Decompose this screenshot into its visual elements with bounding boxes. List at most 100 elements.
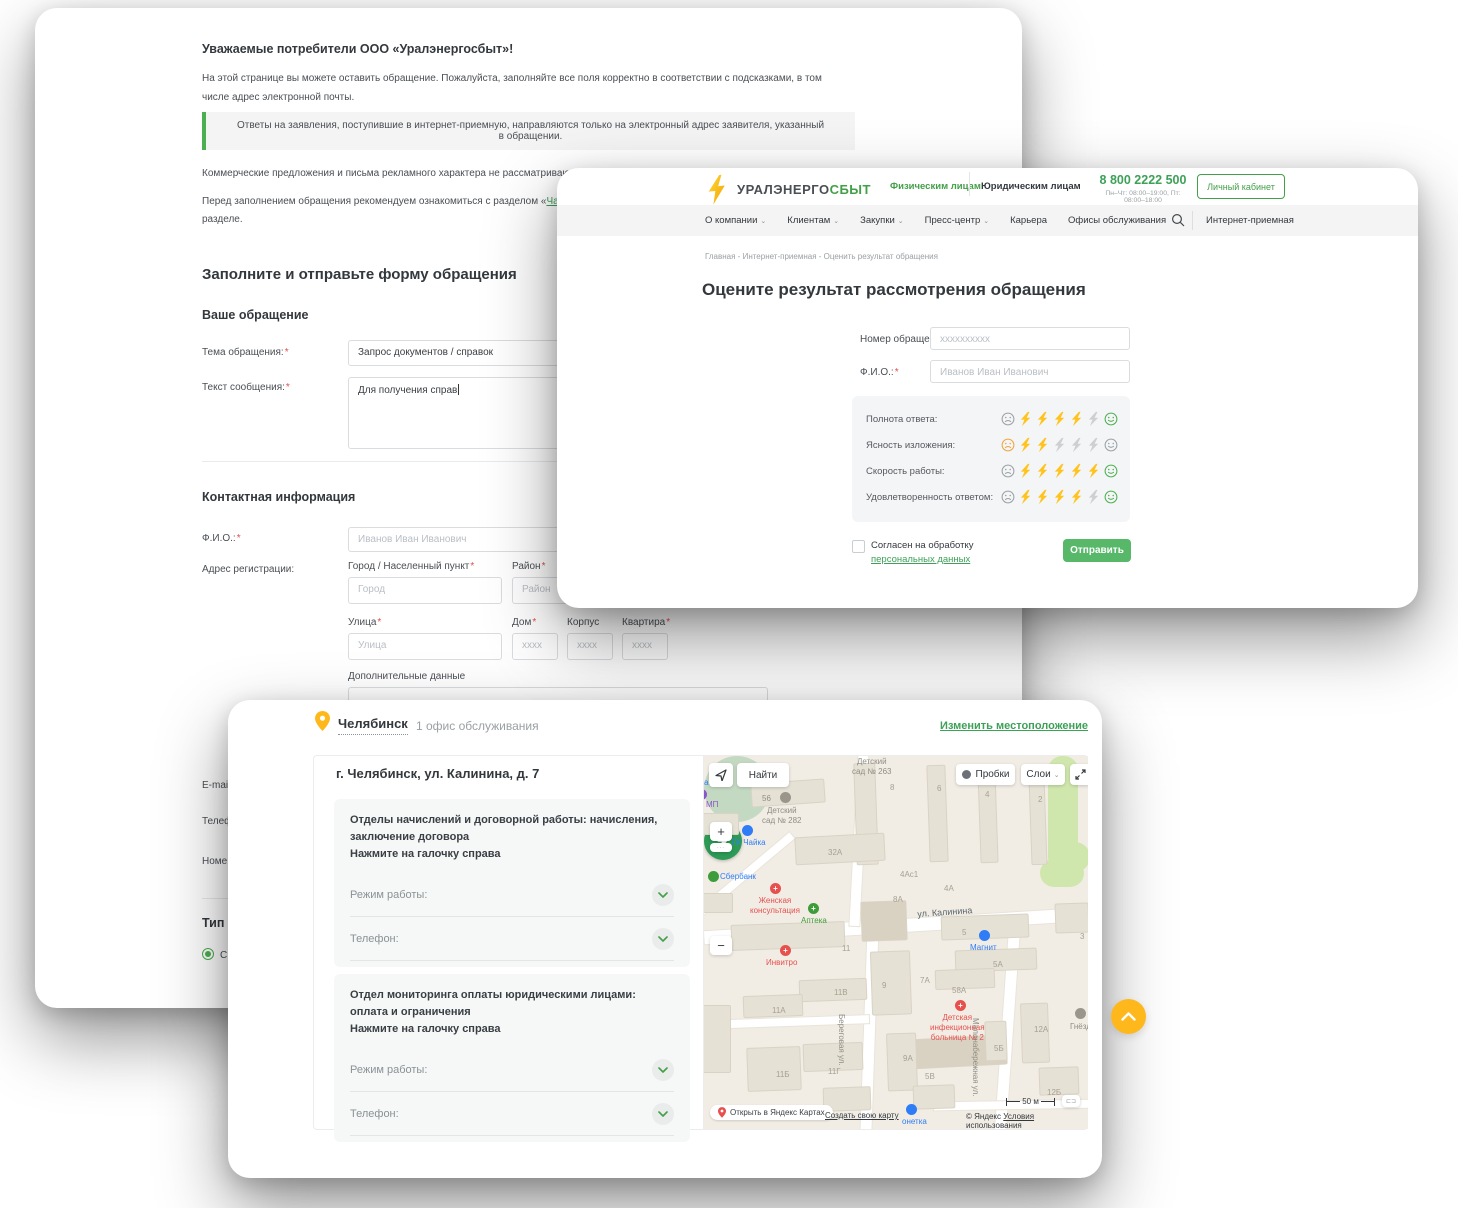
nav-item-2[interactable]: Закупки⌄ bbox=[860, 215, 904, 226]
account-button[interactable]: Личный кабинет bbox=[1197, 174, 1285, 199]
lightning-rating-icon[interactable] bbox=[1053, 489, 1066, 505]
nav-item-0[interactable]: О компании⌄ bbox=[705, 215, 766, 226]
consent-checkbox[interactable] bbox=[852, 540, 865, 553]
nav-item-5[interactable]: Офисы обслуживания bbox=[1068, 215, 1166, 226]
map-search-button[interactable]: Найти bbox=[737, 763, 789, 787]
fullscreen-button[interactable] bbox=[1070, 764, 1088, 785]
notice-text: Ответы на заявления, поступившие в интер… bbox=[206, 120, 855, 142]
account-label: Номе bbox=[202, 856, 227, 867]
nav-item-internet-reception[interactable]: Интернет-приемная bbox=[1206, 215, 1294, 226]
circle-green-poi-icon bbox=[708, 871, 719, 882]
logo-text-1: УРАЛЭНЕРГО bbox=[737, 182, 830, 197]
city-input[interactable]: Город bbox=[348, 577, 502, 604]
lightning-rating-icon[interactable] bbox=[1087, 411, 1100, 427]
happy-face-icon[interactable] bbox=[1104, 464, 1118, 478]
traffic-label: Пробки bbox=[976, 769, 1010, 780]
map-building-number: 6 bbox=[937, 784, 941, 793]
lightning-rating-icon[interactable] bbox=[1070, 411, 1083, 427]
building-input[interactable]: xxxx bbox=[567, 633, 613, 660]
breadcrumb-item-0[interactable]: Главная bbox=[705, 252, 735, 261]
sad-face-icon[interactable] bbox=[1001, 412, 1015, 426]
lightning-rating-icon[interactable] bbox=[1036, 411, 1049, 427]
office-section-title: Отдел мониторинга оплаты юридическими ли… bbox=[350, 989, 636, 1018]
rating-label: Полнота ответа: bbox=[866, 414, 1001, 425]
lightning-rating-icon[interactable] bbox=[1036, 489, 1049, 505]
rating-row-1: Ясность изложения: bbox=[852, 432, 1130, 458]
nav-item-1[interactable]: Клиентам⌄ bbox=[787, 215, 839, 226]
locate-button[interactable] bbox=[709, 763, 733, 787]
map-building bbox=[927, 766, 947, 862]
type-radio[interactable] bbox=[202, 948, 214, 960]
city-selector[interactable]: Челябинск bbox=[338, 716, 408, 735]
lightning-rating-icon[interactable] bbox=[1087, 489, 1100, 505]
lightning-rating-icon[interactable] bbox=[1053, 437, 1066, 453]
open-in-yandex-link[interactable]: Открыть в Яндекс Картах bbox=[710, 1105, 833, 1120]
office-section-hint: Нажмите на галочку справа bbox=[350, 1023, 501, 1035]
submit-button[interactable]: Отправить bbox=[1063, 539, 1131, 562]
search-icon[interactable] bbox=[1171, 213, 1185, 227]
rating-row-0: Полнота ответа: bbox=[852, 406, 1130, 432]
lightning-rating-icon[interactable] bbox=[1019, 489, 1032, 505]
lightning-rating-icon[interactable] bbox=[1070, 437, 1083, 453]
office-info-row: Телефон: bbox=[350, 917, 674, 961]
logo[interactable]: УРАЛЭНЕРГОСБЫТ bbox=[705, 174, 871, 205]
happy-face-icon[interactable] bbox=[1104, 412, 1118, 426]
lightning-rating-icon[interactable] bbox=[1070, 463, 1083, 479]
create-map-link[interactable]: Создать свою карту bbox=[825, 1111, 899, 1120]
change-location-link[interactable]: Изменить местоположение bbox=[940, 720, 1088, 732]
map-ruler-button[interactable]: ∙∙∙ bbox=[710, 843, 732, 852]
lightning-rating-icon[interactable] bbox=[1036, 437, 1049, 453]
layers-button[interactable]: Слои⌄ bbox=[1021, 764, 1065, 785]
sad-face-icon[interactable] bbox=[1001, 490, 1015, 504]
map-building-number: 12Б bbox=[1047, 1088, 1061, 1097]
rating-label: Скорость работы: bbox=[866, 466, 1001, 477]
lightning-rating-icon[interactable] bbox=[1070, 489, 1083, 505]
sad-face-icon[interactable] bbox=[1001, 464, 1015, 478]
street-input[interactable]: Улица bbox=[348, 633, 502, 660]
expand-row-button[interactable] bbox=[652, 884, 674, 906]
individuals-link[interactable]: Физическим лицам bbox=[890, 181, 981, 192]
expand-row-button[interactable] bbox=[652, 928, 674, 950]
nav-item-3[interactable]: Пресс-центр⌄ bbox=[925, 215, 989, 226]
happy-face-icon[interactable] bbox=[1104, 438, 1118, 452]
traffic-button[interactable]: Пробки bbox=[956, 764, 1015, 785]
lightning-rating-icon[interactable] bbox=[1019, 463, 1032, 479]
lightning-rating-icon[interactable] bbox=[1053, 463, 1066, 479]
create-map-link[interactable]: Создать свою карту bbox=[825, 1111, 899, 1120]
lightning-rating-icon[interactable] bbox=[1019, 437, 1032, 453]
address-label: Адрес регистрации: bbox=[202, 564, 294, 575]
fullscreen-icon bbox=[1075, 769, 1086, 780]
yandex-map[interactable]: Детский сад № 26356Детский сад № 282анкМ… bbox=[703, 756, 1088, 1129]
scroll-top-button[interactable] bbox=[1111, 999, 1146, 1034]
circle-gray-poi-icon bbox=[780, 792, 791, 803]
open-in-yandex-label: Открыть в Яндекс Картах bbox=[730, 1108, 825, 1117]
scale-ruler-button[interactable]: ⊏⊐ bbox=[1062, 1095, 1080, 1107]
lightning-rating-icon[interactable] bbox=[1053, 411, 1066, 427]
expand-row-button[interactable] bbox=[652, 1103, 674, 1125]
lightning-rating-icon[interactable] bbox=[1036, 463, 1049, 479]
legal-link[interactable]: Юридическим лицам bbox=[981, 181, 1081, 192]
happy-face-icon[interactable] bbox=[1104, 490, 1118, 504]
lightning-rating-icon[interactable] bbox=[1019, 411, 1032, 427]
lightning-rating-icon[interactable] bbox=[1087, 463, 1100, 479]
zoom-out-button[interactable]: − bbox=[710, 936, 732, 955]
nav-item-4[interactable]: Карьера bbox=[1010, 215, 1047, 226]
scale-label: 50 м bbox=[1022, 1097, 1039, 1106]
zoom-in-button[interactable]: + bbox=[710, 822, 732, 841]
flat-input[interactable]: xxxx bbox=[622, 633, 668, 660]
number-input[interactable]: xxxxxxxxxx bbox=[930, 327, 1130, 350]
house-input[interactable]: xxxx bbox=[512, 633, 558, 660]
expand-row-button[interactable] bbox=[652, 1059, 674, 1081]
lightning-rating-icon[interactable] bbox=[1087, 437, 1100, 453]
building-label: Корпус bbox=[567, 617, 599, 628]
office-row-label: Режим работы: bbox=[350, 1064, 652, 1076]
map-building bbox=[914, 1085, 955, 1108]
breadcrumb-item-1[interactable]: Интернет-приемная bbox=[743, 252, 817, 261]
phone-number[interactable]: 8 800 2222 500 bbox=[1097, 173, 1189, 187]
map-building bbox=[1030, 778, 1047, 864]
personal-data-link[interactable]: персональных данных bbox=[871, 554, 970, 565]
rate-fio-input[interactable]: Иванов Иван Иванович bbox=[930, 360, 1130, 383]
office-row-label: Телефон: bbox=[350, 933, 652, 945]
sad-face-icon[interactable] bbox=[1001, 438, 1015, 452]
rate-fio-label: Ф.И.О.: bbox=[860, 367, 894, 378]
